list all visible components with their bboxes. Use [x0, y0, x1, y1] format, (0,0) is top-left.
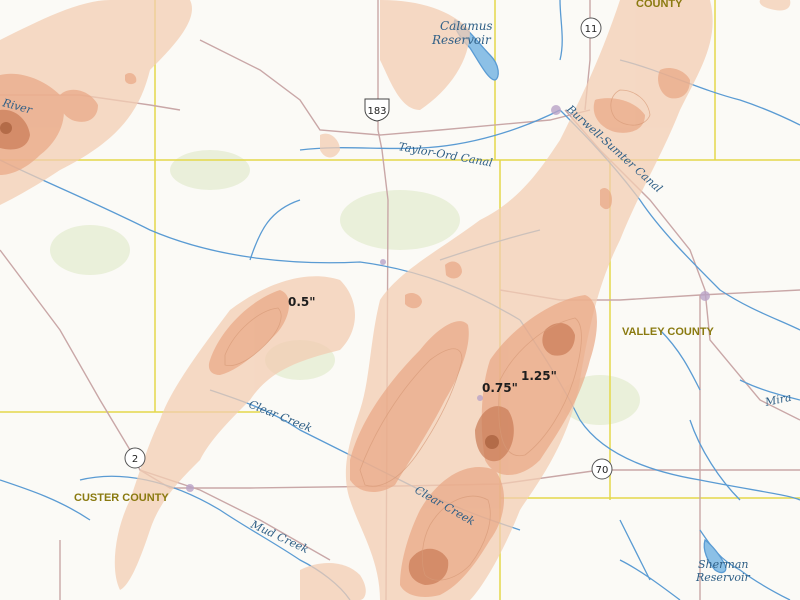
hwy-2-shield: 2	[124, 447, 146, 469]
county-label-top: COUNTY	[636, 0, 683, 10]
custer-county-label: CUSTER COUNTY	[74, 492, 169, 504]
hwy-2-label: 2	[132, 454, 138, 465]
us-183-shield: 183	[364, 98, 390, 122]
us-183-label: 183	[367, 106, 386, 117]
contour-label-1-25: 1.25"	[521, 369, 557, 383]
map-canvas: Calamus Reservoir Taylor-Ord Canal Burwe…	[0, 0, 800, 600]
hwy-70-shield: 70	[591, 458, 613, 480]
contour-label-0-5: 0.5"	[288, 295, 316, 309]
precipitation-map[interactable]: Calamus Reservoir Taylor-Ord Canal Burwe…	[0, 0, 800, 600]
valley-county-label: VALLEY COUNTY	[622, 326, 715, 338]
contour-label-0-75: 0.75"	[482, 381, 518, 395]
calamus-reservoir-label-line2: Reservoir	[431, 33, 492, 47]
sherman-reservoir-label-line2: Reservoir	[695, 571, 751, 584]
hwy-70-label: 70	[596, 465, 609, 476]
sherman-reservoir-label-line1: Sherman	[698, 558, 748, 571]
hwy-11-shield: 11	[580, 17, 602, 39]
hwy-11-label: 11	[585, 24, 598, 35]
calamus-reservoir-label-line1: Calamus	[440, 19, 493, 33]
